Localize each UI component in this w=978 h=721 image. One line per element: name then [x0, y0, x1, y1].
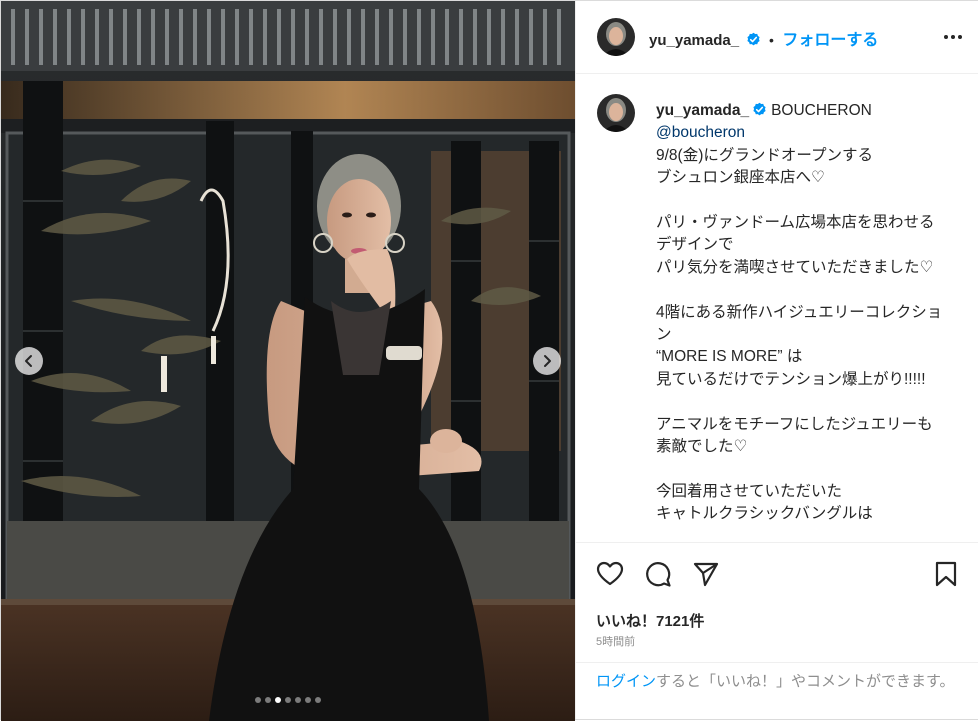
follow-button[interactable]: フォローする: [782, 32, 878, 49]
chevron-left-icon: [25, 355, 32, 367]
instagram-post: yu_yamada_ • フォローする yu_yamada_ BOUCHERON …: [0, 0, 978, 721]
avatar-image: [597, 94, 635, 132]
author-username[interactable]: yu_yamada_: [649, 32, 739, 49]
post-sidebar: yu_yamada_ • フォローする yu_yamada_ BOUCHERON …: [575, 1, 978, 719]
carousel-dot: [295, 697, 301, 703]
header-separator: •: [768, 32, 774, 48]
login-prompt-text: すると「いいね！」やコメントができます。: [656, 673, 955, 690]
carousel-dot: [265, 697, 271, 703]
carousel-prev-button[interactable]: [15, 347, 43, 375]
more-options-icon[interactable]: [942, 27, 964, 47]
paper-plane-icon[interactable]: [692, 560, 720, 588]
action-bar: いいね！7121件 5時間前: [576, 542, 978, 663]
heart-icon[interactable]: [596, 560, 624, 588]
post-timestamp[interactable]: 5時間前: [596, 633, 635, 649]
carousel-dot: [315, 697, 321, 703]
avatar-image: [597, 18, 635, 56]
caption-lead: BOUCHERON: [771, 102, 872, 119]
comment-icon[interactable]: [644, 560, 672, 588]
caption-text: yu_yamada_ BOUCHERON @boucheron 9/8(金)にグラ…: [656, 100, 946, 526]
caption-body: 9/8(金)にグランドオープンする ブシュロン銀座本店へ♡ パリ・ヴァンドーム広…: [656, 146, 943, 523]
like-count[interactable]: いいね！7121件: [596, 610, 704, 631]
carousel-next-button[interactable]: [533, 347, 561, 375]
chevron-right-icon: [544, 355, 551, 367]
post-photo[interactable]: [1, 1, 575, 721]
carousel-indicator: [1, 697, 575, 703]
login-link[interactable]: ログイン: [596, 673, 656, 690]
carousel-dot: [255, 697, 261, 703]
caption-username[interactable]: yu_yamada_: [656, 102, 749, 119]
login-prompt: ログインすると「いいね！」やコメントができます。: [576, 662, 978, 720]
photo-scene: [1, 1, 575, 721]
caption-area: yu_yamada_ BOUCHERON @boucheron 9/8(金)にグラ…: [576, 74, 978, 542]
bookmark-icon[interactable]: [932, 560, 960, 588]
carousel-dot: [285, 697, 291, 703]
post-header: yu_yamada_ • フォローする: [576, 1, 978, 74]
carousel-dot: [275, 697, 281, 703]
verified-badge-icon: [753, 102, 766, 116]
verified-badge-icon: [746, 32, 760, 46]
caption-avatar[interactable]: [597, 94, 635, 132]
carousel-dot: [305, 697, 311, 703]
author-avatar[interactable]: [597, 18, 635, 56]
caption-mention[interactable]: @boucheron: [656, 124, 745, 141]
